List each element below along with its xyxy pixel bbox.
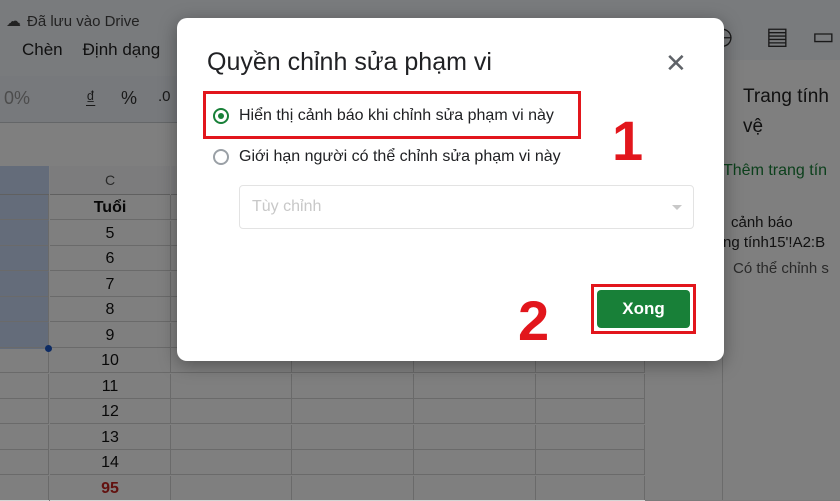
close-icon[interactable]: ✕	[665, 50, 687, 76]
select-placeholder: Tùy chỉnh	[252, 198, 322, 215]
dialog-title: Quyền chỉnh sửa phạm vi	[207, 48, 492, 76]
step-number-2: 2	[518, 289, 550, 352]
custom-permission-select: Tùy chỉnh	[239, 185, 694, 229]
done-button[interactable]: Xong	[597, 290, 690, 328]
radio-unchecked-icon[interactable]	[213, 149, 229, 165]
annotation-box-1	[203, 91, 581, 139]
chevron-down-icon	[672, 205, 682, 210]
option-restrict-editors-label: Giới hạn người có thể chỉnh sửa phạm vi …	[239, 148, 561, 165]
step-number-1: 1	[612, 109, 644, 172]
option-restrict-editors[interactable]: Giới hạn người có thể chỉnh sửa phạm vi …	[213, 148, 561, 166]
range-edit-permissions-dialog: Quyền chỉnh sửa phạm vi ✕ Hiển thị cảnh …	[177, 18, 724, 361]
